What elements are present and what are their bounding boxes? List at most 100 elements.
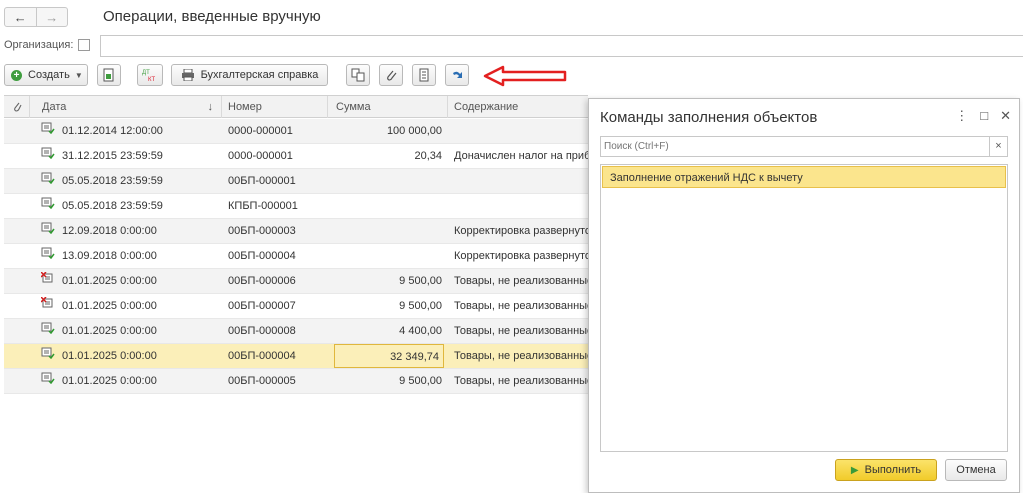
cell-content: Товары, не реализованные	[454, 375, 588, 387]
cancel-button[interactable]: Отмена	[945, 459, 1007, 481]
clear-search-button[interactable]: ×	[989, 137, 1007, 156]
page-title: Операции, введенные вручную	[103, 8, 321, 25]
nav-buttons: ← →	[4, 7, 68, 27]
cell-number: 00БП-000007	[228, 300, 296, 312]
copy-document-button[interactable]	[97, 64, 121, 86]
attachment-column-header[interactable]	[4, 96, 30, 118]
cell-content	[454, 119, 588, 143]
cell-number: 00БП-000004	[228, 350, 296, 362]
column-header-number[interactable]: Номер	[222, 96, 328, 118]
cell-number: 00БП-000008	[228, 325, 296, 337]
table-row[interactable]: 12.09.2018 0:00:00 00БП-000003 Корректиров…	[4, 219, 588, 244]
sort-down-icon: ↓	[207, 101, 214, 113]
copy-document-icon	[103, 68, 114, 82]
plus-icon: +	[11, 69, 22, 81]
organization-input[interactable]	[100, 35, 1023, 57]
forward-arrow-icon[interactable]: →	[35, 8, 68, 26]
cell-sum: 4 400,00	[399, 325, 442, 337]
attachments-button[interactable]	[379, 64, 403, 86]
back-arrow-icon[interactable]: ←	[5, 8, 36, 26]
table-row[interactable]: 13.09.2018 0:00:00 00БП-000004 Корректиров…	[4, 244, 588, 269]
table-row[interactable]: 05.05.2018 23:59:59 КПБП-000001	[4, 194, 588, 219]
table-row[interactable]: 01.01.2025 0:00:00 00БП-000008 4 400,00 Тов…	[4, 319, 588, 344]
cell-date: 01.01.2025 0:00:00	[62, 350, 157, 362]
execute-button[interactable]: ▶ Выполнить	[835, 459, 937, 481]
cell-date: 01.12.2014 12:00:00	[62, 125, 163, 137]
annotation-arrow-icon	[483, 65, 567, 87]
table-row[interactable]: 01.01.2025 0:00:00 00БП-000007 9 500,00 Тов…	[4, 294, 588, 319]
cell-sum: 32 349,74	[334, 344, 444, 368]
dt-kt-button[interactable]: ДТ КТ	[137, 64, 163, 86]
paperclip-icon	[387, 70, 397, 81]
cell-content: Товары, не реализованные	[454, 275, 588, 287]
play-icon: ▶	[850, 464, 859, 476]
cell-number: КПБП-000001	[228, 200, 298, 212]
table-row[interactable]: 01.01.2025 0:00:00 00БП-000005 9 500,00 Тов…	[4, 369, 588, 394]
close-icon[interactable]: ✕	[1000, 108, 1011, 124]
doc-posted-icon	[41, 344, 57, 368]
column-header-sum[interactable]: Сумма	[328, 96, 448, 118]
column-header-content[interactable]: Содержание	[448, 96, 588, 118]
cell-date: 01.01.2025 0:00:00	[62, 275, 157, 287]
cell-number: 00БП-000006	[228, 275, 296, 287]
table-row[interactable]: 01.01.2025 0:00:00 00БП-000006 9 500,00 Тов…	[4, 269, 588, 294]
organization-checkbox[interactable]	[78, 39, 90, 51]
list-icon	[419, 68, 429, 82]
accounting-report-button[interactable]: Бухгалтерская справка	[171, 64, 328, 86]
doc-posted-icon	[41, 319, 57, 343]
paperclip-icon	[13, 102, 21, 112]
maximize-icon[interactable]: □	[980, 108, 988, 124]
doc-deleted-icon	[41, 269, 57, 293]
cell-sum: 9 500,00	[399, 375, 442, 387]
cell-date: 12.09.2018 0:00:00	[62, 225, 157, 237]
column-number-label: Номер	[228, 101, 262, 113]
cell-date: 01.01.2025 0:00:00	[62, 325, 157, 337]
table-row[interactable]: 05.05.2018 23:59:59 00БП-000001	[4, 169, 588, 194]
cell-sum	[334, 244, 444, 268]
table-row[interactable]: 01.01.2025 0:00:00 00БП-000004 32 349,74 То…	[4, 344, 588, 369]
svg-text:ДТ: ДТ	[142, 70, 150, 76]
fill-commands-dialog: Команды заполнения объектов ⋮ □ ✕ × Запо…	[588, 98, 1020, 493]
doc-deleted-icon	[41, 294, 57, 318]
cell-number: 00БП-000001	[228, 175, 296, 187]
doc-posted-icon	[41, 219, 57, 243]
chevron-down-icon: ▼	[74, 70, 83, 80]
dialog-title: Команды заполнения объектов	[600, 109, 818, 126]
organization-filter: Организация:	[0, 34, 1023, 58]
list-item[interactable]: Заполнение отражений НДС к вычету	[602, 166, 1006, 188]
cell-number: 00БП-000005	[228, 375, 296, 387]
cell-number: 0000-000001	[228, 150, 293, 162]
document-structure-icon	[351, 68, 365, 82]
cell-content: Корректировка развернуто	[454, 250, 588, 262]
cell-number: 00БП-000004	[228, 250, 296, 262]
doc-posted-icon	[41, 119, 57, 143]
cell-content: Товары, не реализованные	[454, 300, 588, 312]
doc-posted-icon	[41, 369, 57, 393]
fill-commands-button[interactable]	[445, 64, 469, 86]
printer-icon	[181, 69, 194, 81]
create-button[interactable]: + Создать ▼	[4, 64, 88, 86]
cell-sum: 9 500,00	[399, 300, 442, 312]
column-sum-label: Сумма	[336, 101, 371, 113]
cell-content: Товары, не реализованные	[454, 350, 588, 362]
cell-sum: 9 500,00	[399, 275, 442, 287]
organization-label: Организация:	[4, 39, 74, 51]
list-button[interactable]	[412, 64, 436, 86]
table-row[interactable]: 01.12.2014 12:00:00 0000-000001 100 000,00	[4, 119, 588, 144]
fill-arrow-icon	[453, 71, 462, 78]
cell-sum	[334, 169, 444, 193]
cell-content	[454, 169, 588, 193]
table-header: Дата ↓ Номер Сумма Содержание	[4, 96, 588, 118]
more-options-icon[interactable]: ⋮	[955, 108, 968, 124]
column-header-date[interactable]: Дата ↓	[30, 96, 222, 118]
cell-number: 0000-000001	[228, 125, 293, 137]
dialog-search-input[interactable]	[601, 137, 986, 156]
doc-posted-icon	[41, 194, 57, 218]
cell-date: 05.05.2018 23:59:59	[62, 175, 163, 187]
cell-date: 01.01.2025 0:00:00	[62, 300, 157, 312]
table-row[interactable]: 31.12.2015 23:59:59 0000-000001 20,34 Донач…	[4, 144, 588, 169]
cell-number: 00БП-000003	[228, 225, 296, 237]
structure-button[interactable]	[346, 64, 370, 86]
cell-content: Доначислен налог на приб	[454, 150, 588, 162]
dialog-window-controls: ⋮ □ ✕	[955, 108, 1011, 124]
